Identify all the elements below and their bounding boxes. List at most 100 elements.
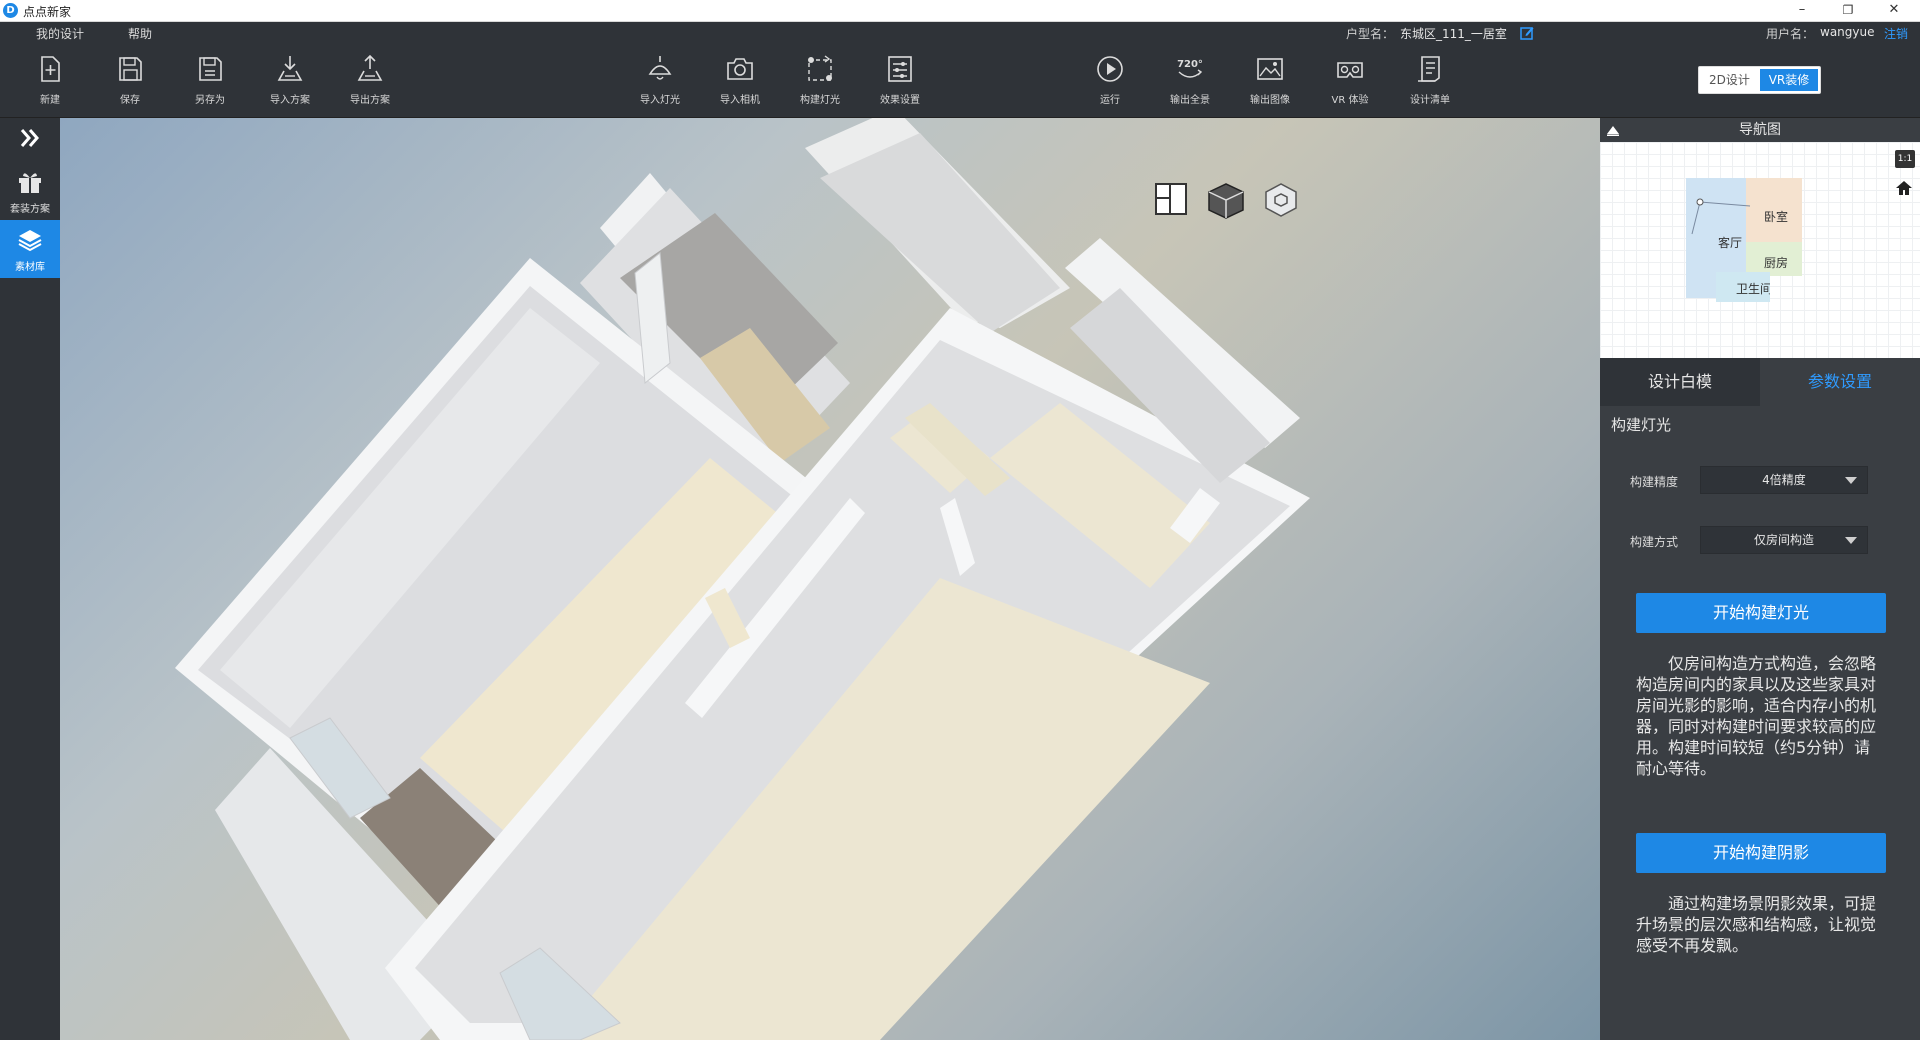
- navigator-header: 导航图: [1600, 118, 1920, 142]
- build-shadow-description: 通过构建场景阴影效果，可提升场景的层次感和结构感，让视觉感受不再发飘。: [1636, 894, 1877, 955]
- export-plan-label: 导出方案: [350, 95, 390, 106]
- mode-vr-button[interactable]: VR装修: [1760, 69, 1818, 91]
- tab-param-settings[interactable]: 参数设置: [1760, 358, 1920, 406]
- design-list-button[interactable]: 设计清单: [1395, 54, 1465, 112]
- menu-bar: 我的设计 帮助 户型名： 东城区_111_一居室 用户名： wangyue 注销: [0, 22, 1920, 44]
- export-plan-button[interactable]: 导出方案: [335, 54, 405, 112]
- chevron-down-icon: [1845, 537, 1857, 544]
- navigator-title: 导航图: [1739, 122, 1781, 138]
- new-button[interactable]: 新建: [15, 54, 85, 112]
- minimize-button[interactable]: –: [1782, 0, 1822, 22]
- logout-link[interactable]: 注销: [1884, 25, 1908, 42]
- new-label: 新建: [40, 95, 60, 106]
- sidebar-item-library[interactable]: 素材库: [0, 220, 60, 278]
- top-view-icon[interactable]: [1150, 178, 1192, 220]
- build-light-label: 构建灯光: [800, 95, 840, 106]
- vr-experience-button[interactable]: VR 体验: [1315, 54, 1385, 112]
- sidebar-item-package-label: 套装方案: [10, 204, 50, 215]
- list-icon: [1418, 56, 1440, 82]
- run-label: 运行: [1100, 95, 1120, 106]
- gift-icon: [19, 173, 41, 193]
- floorplan-name: 东城区_111_一居室: [1400, 27, 1507, 41]
- home-icon[interactable]: [1894, 178, 1914, 198]
- build-light-button[interactable]: 构建灯光: [785, 54, 855, 112]
- precision-select[interactable]: 4倍精度: [1700, 466, 1868, 494]
- export-image-label: 输出图像: [1250, 95, 1290, 106]
- export-image-button[interactable]: 输出图像: [1235, 54, 1305, 112]
- play-icon: [1097, 56, 1123, 82]
- import-camera-button[interactable]: 导入相机: [705, 54, 775, 112]
- panorama-icon-text: 720°: [1177, 59, 1203, 70]
- app-logo-icon: D: [3, 3, 18, 18]
- import-camera-label: 导入相机: [720, 95, 760, 106]
- user-label: 用户名：: [1766, 27, 1815, 41]
- mode-2d-button[interactable]: 2D设计: [1701, 69, 1758, 91]
- panorama-button[interactable]: 720° 输出全景: [1155, 54, 1225, 112]
- design-list-label: 设计清单: [1410, 95, 1450, 106]
- map-label-living: 客厅: [1718, 236, 1743, 250]
- app-title: 点点新家: [23, 5, 72, 19]
- build-light-icon: [808, 55, 832, 81]
- export-icon: [357, 54, 383, 81]
- app-window: D 点点新家 – ❐ ✕ 我的设计 帮助 户型名： 东城区_111_一居室 用户…: [0, 0, 1920, 1040]
- save-icon: [119, 57, 142, 81]
- run-button[interactable]: 运行: [1075, 54, 1145, 112]
- edit-icon[interactable]: [1520, 26, 1534, 40]
- navigator-map[interactable]: 卧室 客厅 厨房 卫生间 1:1: [1600, 142, 1920, 358]
- method-value: 仅房间构造: [1753, 533, 1814, 547]
- map-label-kitchen: 厨房: [1764, 256, 1789, 270]
- floorplan-label: 户型名：: [1346, 27, 1395, 41]
- perspective-view-icon[interactable]: [1205, 178, 1247, 220]
- import-light-button[interactable]: 导入灯光: [625, 54, 695, 112]
- image-icon: [1257, 58, 1283, 80]
- panorama-720-icon: 720°: [1177, 59, 1203, 78]
- save-label: 保存: [120, 95, 140, 106]
- precision-value: 4倍精度: [1762, 473, 1806, 487]
- sidebar-item-library-label: 素材库: [15, 262, 45, 273]
- save-button[interactable]: 保存: [95, 54, 165, 112]
- ceiling-lamp-icon: [648, 56, 672, 80]
- layers-icon: [18, 230, 42, 252]
- mode-switch: 2D设计 VR装修: [1698, 66, 1821, 94]
- map-label-bedroom: 卧室: [1764, 210, 1789, 224]
- map-label-bathroom: 卫生间: [1736, 282, 1770, 296]
- camera-path-icon: [1691, 198, 1751, 235]
- panel-tabs: 设计白模 参数设置: [1600, 358, 1920, 406]
- left-sidebar: 套装方案 素材库: [0, 118, 60, 1040]
- build-light-description: 仅房间构造方式构造，会忽略构造房间内的家具以及这些家具对房间光影的影响，适合内存…: [1636, 654, 1877, 778]
- vr-experience-label: VR 体验: [1331, 95, 1369, 106]
- import-icon: [277, 56, 303, 81]
- double-chevron-right-icon: [20, 129, 39, 147]
- build-shadow-start-button[interactable]: 开始构建阴影: [1636, 833, 1886, 873]
- zoom-1to1-button[interactable]: 1:1: [1895, 150, 1915, 168]
- floorplan-3d-scene: [175, 118, 1310, 1040]
- restore-button[interactable]: ❐: [1828, 0, 1868, 22]
- build-light-start-button[interactable]: 开始构建灯光: [1636, 593, 1886, 633]
- close-button[interactable]: ✕: [1874, 0, 1914, 22]
- import-plan-label: 导入方案: [270, 95, 310, 106]
- effect-settings-label: 效果设置: [880, 95, 920, 106]
- precision-label: 构建精度: [1630, 475, 1679, 489]
- username: wangyue: [1820, 25, 1875, 39]
- camera-icon: [727, 58, 753, 80]
- top-right-room-interior: [820, 133, 1060, 333]
- method-select[interactable]: 仅房间构造: [1700, 526, 1868, 554]
- sidebar-item-package[interactable]: 套装方案: [0, 164, 60, 220]
- save-as-button[interactable]: 另存为: [175, 54, 245, 112]
- save-as-label: 另存为: [195, 95, 225, 106]
- collapse-triangle-icon[interactable]: [1606, 124, 1620, 136]
- menu-help[interactable]: 帮助: [128, 25, 152, 42]
- save-as-icon: [199, 57, 222, 81]
- room-3d-view-icon[interactable]: [1260, 178, 1302, 220]
- right-panel: 导航图 卧室 客厅 厨房 卫生间 1:1 设计白模 参数设置 构建灯光 构建精度…: [1600, 118, 1920, 1040]
- effect-settings-button[interactable]: 效果设置: [865, 54, 935, 112]
- import-plan-button[interactable]: 导入方案: [255, 54, 325, 112]
- tab-design-model[interactable]: 设计白模: [1600, 358, 1760, 406]
- expand-sidebar-button[interactable]: [0, 118, 60, 158]
- vr-headset-icon: [1337, 62, 1363, 78]
- menu-my-designs[interactable]: 我的设计: [36, 25, 84, 42]
- new-file-icon: [41, 56, 60, 82]
- 3d-viewport[interactable]: [60, 118, 1600, 1040]
- sliders-icon: [888, 56, 912, 82]
- toolbar: 新建 保存 另存为 导入方案 导出方案 导入灯光 导入相机 构建灯光 效果设置 …: [0, 44, 1920, 118]
